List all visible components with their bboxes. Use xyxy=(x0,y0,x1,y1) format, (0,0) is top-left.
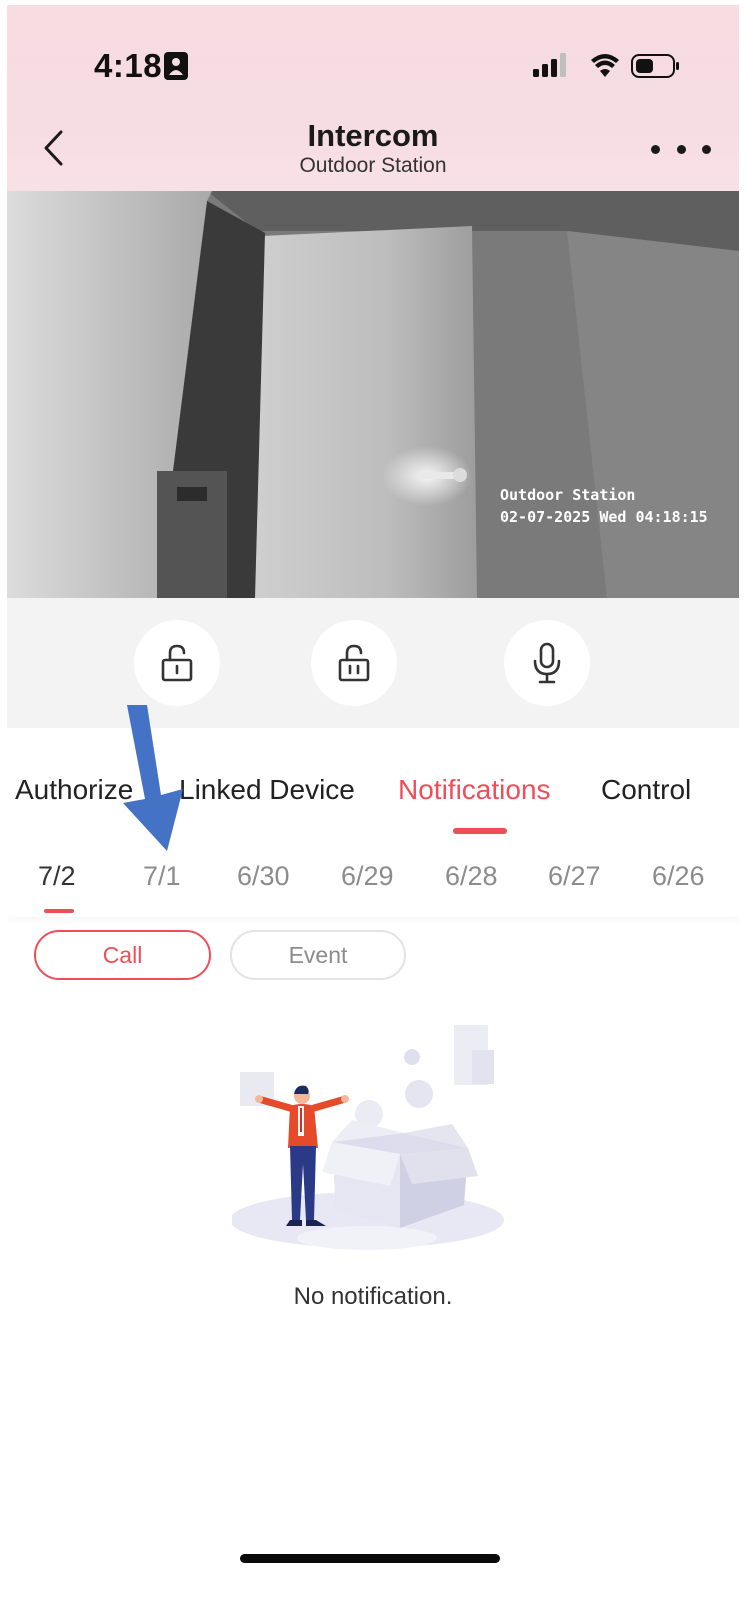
battery-icon xyxy=(631,54,679,78)
microphone-icon xyxy=(533,642,561,684)
signal-icon xyxy=(533,53,566,77)
date-item-6-27[interactable]: 6/27 xyxy=(548,861,601,892)
tab-control[interactable]: Control xyxy=(601,774,691,806)
active-date-indicator xyxy=(44,909,74,913)
contact-card-icon xyxy=(164,52,188,80)
osd-device-name: Outdoor Station xyxy=(500,486,636,504)
navigation-bar: Intercom Outdoor Station xyxy=(7,115,739,191)
home-indicator[interactable] xyxy=(240,1554,500,1563)
date-item-6-30[interactable]: 6/30 xyxy=(237,861,290,892)
empty-state-message: No notification. xyxy=(293,1283,453,1310)
annotation-arrow-icon xyxy=(123,705,183,851)
unlock-door-button[interactable] xyxy=(134,620,220,706)
title-block: Intercom Outdoor Station xyxy=(187,119,559,179)
wifi-icon xyxy=(591,54,619,77)
empty-box-illustration xyxy=(232,1025,504,1250)
unlock-secondary-icon xyxy=(338,644,370,682)
osd-timestamp: 02-07-2025 Wed 04:18:15 xyxy=(500,508,708,526)
filter-call-button[interactable]: Call xyxy=(34,930,211,980)
back-button[interactable] xyxy=(31,123,75,173)
status-time: 4:18 xyxy=(94,47,163,84)
microphone-button[interactable] xyxy=(504,620,590,706)
status-indicators xyxy=(533,53,679,78)
tab-linked-device[interactable]: Linked Device xyxy=(179,774,355,806)
live-video-feed[interactable]: Outdoor Station 02-07-2025 Wed 04:18:15 xyxy=(7,191,739,598)
camera-image xyxy=(7,191,739,598)
tab-notifications[interactable]: Notifications xyxy=(398,774,551,806)
tab-authorize[interactable]: Authorize xyxy=(15,774,133,806)
active-tab-indicator xyxy=(453,828,507,834)
date-item-6-29[interactable]: 6/29 xyxy=(341,861,394,892)
date-item-7-2[interactable]: 7/2 xyxy=(38,861,76,892)
status-bar: 4:18 xyxy=(7,5,739,115)
date-item-6-26[interactable]: 6/26 xyxy=(652,861,705,892)
chevron-left-icon xyxy=(44,130,63,166)
unlock-icon xyxy=(161,644,193,682)
date-item-7-1[interactable]: 7/1 xyxy=(143,861,181,892)
more-options-button[interactable] xyxy=(651,129,711,169)
more-dots-icon xyxy=(651,144,660,154)
filter-event-button[interactable]: Event xyxy=(230,930,406,980)
date-item-6-28[interactable]: 6/28 xyxy=(445,861,498,892)
page-subtitle: Outdoor Station xyxy=(299,154,447,177)
unlock-second-door-button[interactable] xyxy=(311,620,397,706)
page-title: Intercom xyxy=(307,118,439,153)
app-screen: 4:18 Intercom Outdoor Station Outdoor St… xyxy=(7,5,739,1614)
video-overlay-text: Outdoor Station 02-07-2025 Wed 04:18:15 xyxy=(500,484,708,528)
